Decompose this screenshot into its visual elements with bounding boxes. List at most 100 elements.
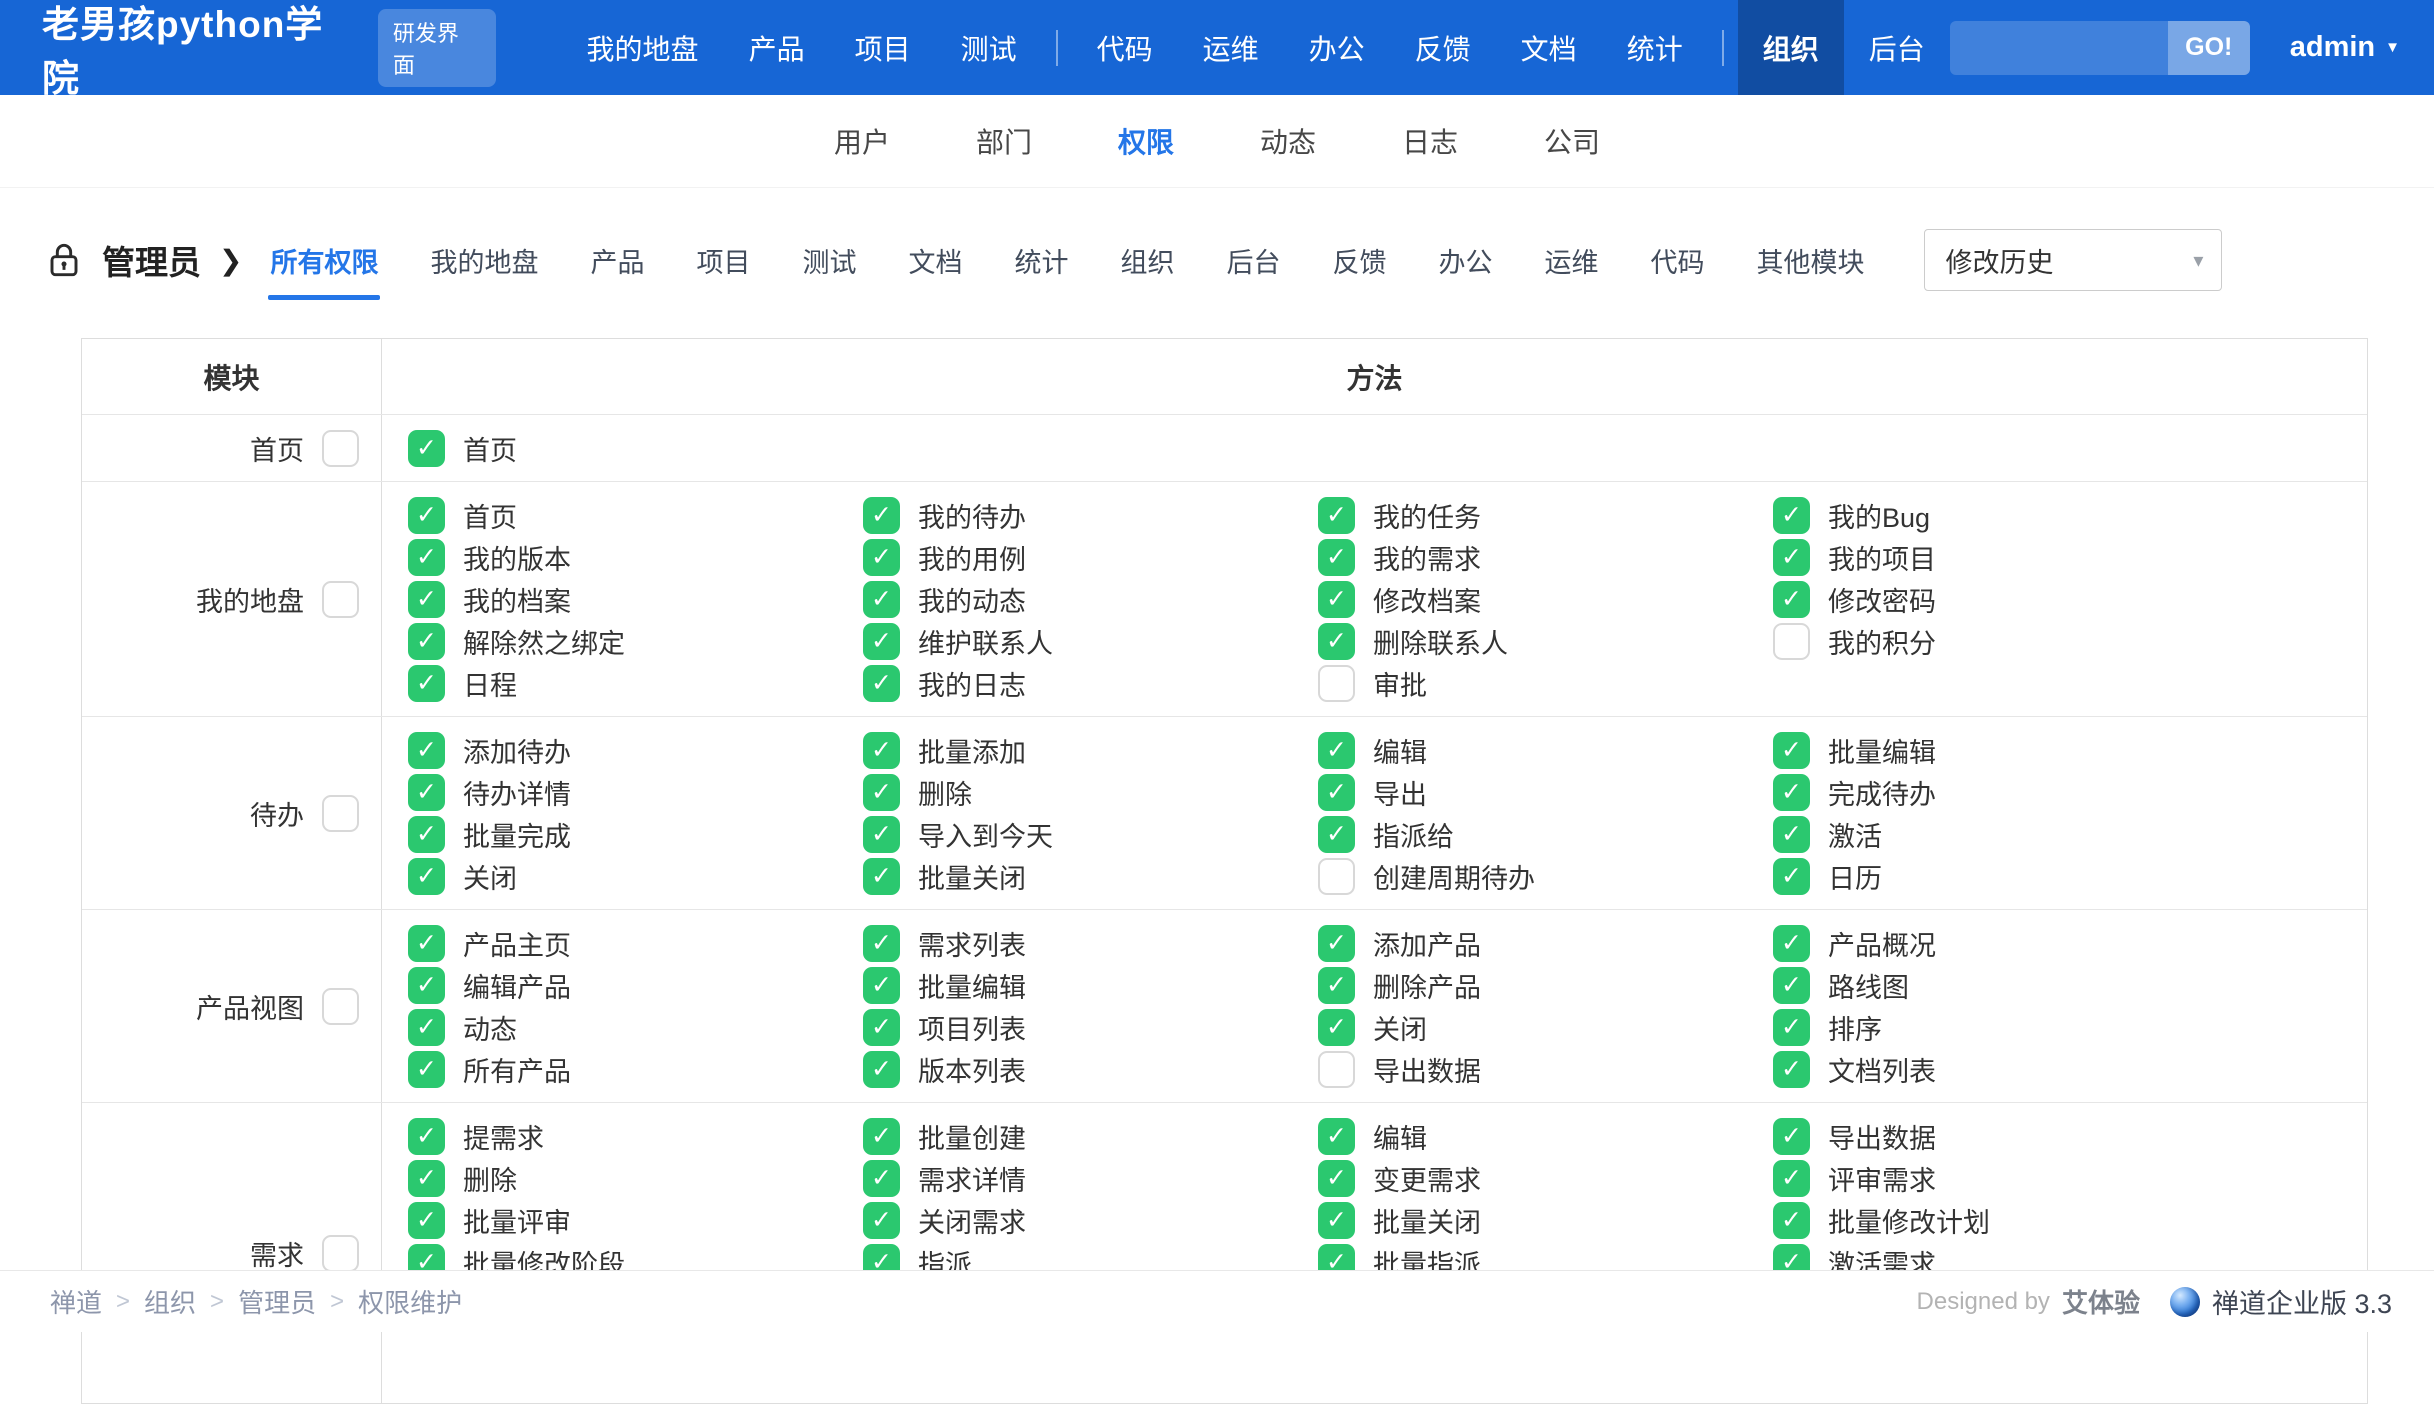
topnav-item[interactable]: 运维 xyxy=(1178,0,1284,95)
permission-checkbox[interactable]: ✓ xyxy=(1318,623,1355,660)
permission-tab[interactable]: 测试 xyxy=(802,241,856,280)
permission-checkbox[interactable] xyxy=(1318,858,1355,895)
permission-checkbox[interactable]: ✓ xyxy=(1773,774,1810,811)
permission-checkbox[interactable]: ✓ xyxy=(1773,925,1810,962)
topnav-item[interactable]: 反馈 xyxy=(1390,0,1496,95)
permission-checkbox[interactable]: ✓ xyxy=(863,1009,900,1046)
permission-checkbox[interactable]: ✓ xyxy=(408,430,445,467)
subnav-item[interactable]: 动态 xyxy=(1260,121,1316,161)
breadcrumb-item[interactable]: 权限维护 xyxy=(358,1283,462,1320)
subnav-item[interactable]: 部门 xyxy=(976,121,1032,161)
permission-checkbox[interactable]: ✓ xyxy=(1318,925,1355,962)
permission-checkbox[interactable]: ✓ xyxy=(863,1051,900,1088)
permission-checkbox[interactable]: ✓ xyxy=(863,816,900,853)
permission-tab[interactable]: 产品 xyxy=(590,241,644,280)
permission-tab[interactable]: 我的地盘 xyxy=(430,241,538,280)
permission-checkbox[interactable]: ✓ xyxy=(1773,1009,1810,1046)
permission-checkbox[interactable]: ✓ xyxy=(1318,774,1355,811)
permission-checkbox[interactable]: ✓ xyxy=(1318,816,1355,853)
topnav-item[interactable]: 项目 xyxy=(830,0,936,95)
permission-tab[interactable]: 项目 xyxy=(696,241,750,280)
permission-checkbox[interactable]: ✓ xyxy=(408,539,445,576)
permission-checkbox[interactable]: ✓ xyxy=(863,581,900,618)
permission-checkbox[interactable]: ✓ xyxy=(1318,581,1355,618)
brand[interactable]: 老男孩python学院 研发界面 xyxy=(42,0,496,95)
permission-checkbox[interactable]: ✓ xyxy=(863,858,900,895)
permission-checkbox[interactable]: ✓ xyxy=(408,816,445,853)
permission-tab[interactable]: 运维 xyxy=(1544,241,1598,280)
permission-checkbox[interactable]: ✓ xyxy=(1318,967,1355,1004)
permission-checkbox[interactable]: ✓ xyxy=(408,774,445,811)
permission-checkbox[interactable]: ✓ xyxy=(1318,732,1355,769)
permission-checkbox[interactable]: ✓ xyxy=(408,623,445,660)
permission-checkbox[interactable]: ✓ xyxy=(1773,539,1810,576)
product-version-link[interactable]: 禅道企业版 3.3 xyxy=(2212,1282,2392,1321)
permission-checkbox[interactable]: ✓ xyxy=(1318,497,1355,534)
permission-checkbox[interactable]: ✓ xyxy=(863,623,900,660)
permission-checkbox[interactable]: ✓ xyxy=(863,925,900,962)
permission-checkbox[interactable]: ✓ xyxy=(1318,1009,1355,1046)
module-checkbox[interactable] xyxy=(322,795,359,832)
permission-checkbox[interactable]: ✓ xyxy=(408,1202,445,1239)
permission-checkbox[interactable]: ✓ xyxy=(408,858,445,895)
permission-checkbox[interactable]: ✓ xyxy=(863,1202,900,1239)
permission-checkbox[interactable]: ✓ xyxy=(1773,1160,1810,1197)
permission-tab[interactable]: 后台 xyxy=(1226,241,1280,280)
subnav-item[interactable]: 权限 xyxy=(1118,121,1174,161)
permission-checkbox[interactable]: ✓ xyxy=(408,967,445,1004)
permission-checkbox[interactable]: ✓ xyxy=(1773,581,1810,618)
permission-tab[interactable]: 组织 xyxy=(1120,241,1174,280)
breadcrumb-item[interactable]: 禅道 xyxy=(50,1283,102,1320)
permission-checkbox[interactable]: ✓ xyxy=(1773,1051,1810,1088)
permission-tab[interactable]: 代码 xyxy=(1650,241,1704,280)
topnav-item[interactable]: 文档 xyxy=(1496,0,1602,95)
breadcrumb-item[interactable]: 管理员 xyxy=(238,1283,316,1320)
permission-checkbox[interactable]: ✓ xyxy=(1773,1202,1810,1239)
designer-link[interactable]: 艾体验 xyxy=(2062,1283,2140,1320)
module-checkbox[interactable] xyxy=(322,581,359,618)
permission-tab[interactable]: 办公 xyxy=(1438,241,1492,280)
permission-checkbox[interactable]: ✓ xyxy=(863,732,900,769)
module-checkbox[interactable] xyxy=(322,988,359,1025)
topnav-item[interactable]: 统计 xyxy=(1602,0,1708,95)
user-menu[interactable]: admin ▼ xyxy=(2290,31,2400,64)
search-go-button[interactable]: GO! xyxy=(2168,21,2250,75)
module-checkbox[interactable] xyxy=(322,1235,359,1272)
subnav-item[interactable]: 日志 xyxy=(1402,121,1458,161)
permission-checkbox[interactable]: ✓ xyxy=(863,774,900,811)
topnav-item[interactable]: 我的地盘 xyxy=(562,0,724,95)
permission-checkbox[interactable]: ✓ xyxy=(1773,858,1810,895)
topnav-item[interactable]: 后台 xyxy=(1844,0,1950,95)
permission-checkbox[interactable]: ✓ xyxy=(1773,1118,1810,1155)
permission-checkbox[interactable]: ✓ xyxy=(863,1118,900,1155)
permission-checkbox[interactable]: ✓ xyxy=(1773,816,1810,853)
permission-checkbox[interactable]: ✓ xyxy=(1773,497,1810,534)
permission-checkbox[interactable]: ✓ xyxy=(408,1118,445,1155)
permission-checkbox[interactable] xyxy=(1773,623,1810,660)
topnav-item[interactable]: 组织 xyxy=(1738,0,1844,95)
permission-checkbox[interactable]: ✓ xyxy=(408,1051,445,1088)
topnav-item[interactable]: 测试 xyxy=(936,0,1042,95)
permission-checkbox[interactable]: ✓ xyxy=(1318,1160,1355,1197)
permission-checkbox[interactable]: ✓ xyxy=(408,925,445,962)
permission-tab[interactable]: 反馈 xyxy=(1332,241,1386,280)
permission-tab[interactable]: 其他模块 xyxy=(1756,241,1864,280)
subnav-item[interactable]: 公司 xyxy=(1544,121,1600,161)
topnav-item[interactable]: 产品 xyxy=(724,0,830,95)
permission-tab[interactable]: 统计 xyxy=(1014,241,1068,280)
permission-checkbox[interactable]: ✓ xyxy=(863,497,900,534)
permission-checkbox[interactable]: ✓ xyxy=(408,1160,445,1197)
permission-checkbox[interactable]: ✓ xyxy=(1318,1202,1355,1239)
module-checkbox[interactable] xyxy=(322,430,359,467)
breadcrumb-item[interactable]: 组织 xyxy=(144,1283,196,1320)
permission-checkbox[interactable]: ✓ xyxy=(1773,967,1810,1004)
permission-checkbox[interactable]: ✓ xyxy=(863,539,900,576)
permission-tab[interactable]: 所有权限 xyxy=(270,241,378,280)
module-select[interactable]: 修改历史 ▾ xyxy=(1924,229,2222,291)
permission-checkbox[interactable]: ✓ xyxy=(863,967,900,1004)
permission-checkbox[interactable]: ✓ xyxy=(408,732,445,769)
topnav-item[interactable]: 办公 xyxy=(1284,0,1390,95)
permission-checkbox[interactable]: ✓ xyxy=(408,1009,445,1046)
permission-checkbox[interactable] xyxy=(1318,665,1355,702)
permission-checkbox[interactable] xyxy=(1318,1051,1355,1088)
